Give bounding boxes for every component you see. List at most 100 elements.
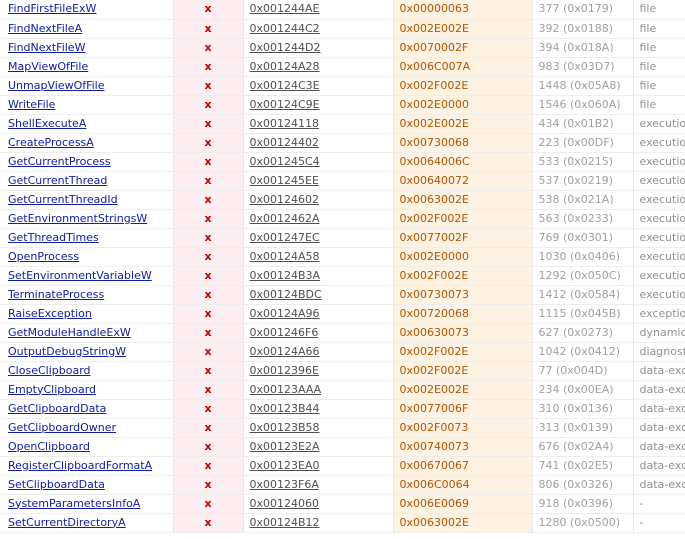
function-name-link[interactable]: TerminateProcess: [8, 288, 104, 301]
function-name-link[interactable]: GetCurrentThread: [8, 174, 107, 187]
table-row[interactable]: GetThreadTimes x 0x001247EC 0x0077002F 7…: [0, 228, 685, 248]
table-row[interactable]: FindFirstFileExW x 0x001244AE 0x00000063…: [0, 0, 685, 20]
table-row[interactable]: GetCurrentThreadId x 0x00124602 0x006300…: [0, 190, 685, 210]
function-name-link[interactable]: GetThreadTimes: [8, 231, 99, 244]
table-row[interactable]: WriteFile x 0x00124C9E 0x002E0000 1546 (…: [0, 95, 685, 115]
table-row[interactable]: GetCurrentThread x 0x001245EE 0x00640072…: [0, 171, 685, 191]
function-name-link[interactable]: UnmapViewOfFile: [8, 79, 105, 92]
address-link[interactable]: 0x0012462A: [250, 212, 320, 225]
imports-table: FindFirstFileExW x 0x001244AE 0x00000063…: [0, 0, 685, 533]
address-link[interactable]: 0x001244AE: [250, 2, 320, 15]
flag-cell: x: [173, 513, 244, 533]
table-row[interactable]: GetEnvironmentStringsW x 0x0012462A 0x00…: [0, 209, 685, 229]
address-link[interactable]: 0x00124402: [250, 136, 320, 149]
value-cell: 0x002F002E: [393, 266, 533, 286]
table-row[interactable]: FindNextFileW x 0x001244D2 0x0070002F 39…: [0, 38, 685, 58]
address-cell: 0x00124A28: [243, 57, 394, 77]
address-link[interactable]: 0x001246F6: [250, 326, 319, 339]
address-cell: 0x00124C3E: [243, 76, 394, 96]
function-name-link[interactable]: RaiseException: [8, 307, 92, 320]
table-row[interactable]: RegisterClipboardFormatA x 0x00123EA0 0x…: [0, 456, 685, 476]
table-row[interactable]: OutputDebugStringW x 0x00124A66 0x002F00…: [0, 342, 685, 362]
function-name-link[interactable]: GetClipboardData: [8, 402, 106, 415]
address-link[interactable]: 0x0012396E: [250, 364, 319, 377]
address-link[interactable]: 0x00123AAA: [250, 383, 322, 396]
address-link[interactable]: 0x00123B44: [250, 402, 320, 415]
address-link[interactable]: 0x00124A28: [250, 60, 320, 73]
function-name-cell: OpenProcess: [0, 247, 174, 267]
function-name-link[interactable]: GetEnvironmentStringsW: [8, 212, 147, 225]
address-link[interactable]: 0x001244D2: [250, 41, 321, 54]
table-row[interactable]: CreateProcessA x 0x00124402 0x00730068 2…: [0, 133, 685, 153]
function-name-link[interactable]: FindFirstFileExW: [8, 2, 96, 15]
function-name-link[interactable]: SystemParametersInfoA: [8, 497, 140, 510]
table-row[interactable]: UnmapViewOfFile x 0x00124C3E 0x002F002E …: [0, 76, 685, 96]
table-row[interactable]: SetClipboardData x 0x00123F6A 0x006C0064…: [0, 475, 685, 495]
function-name-link[interactable]: OpenProcess: [8, 250, 79, 263]
function-name-link[interactable]: GetClipboardOwner: [8, 421, 116, 434]
address-link[interactable]: 0x00124A66: [250, 345, 320, 358]
function-name-link[interactable]: FindNextFileW: [8, 41, 85, 54]
function-name-link[interactable]: FindNextFileA: [8, 22, 82, 35]
table-row[interactable]: SetCurrentDirectoryA x 0x00124B12 0x0063…: [0, 513, 685, 533]
table-row[interactable]: GetModuleHandleExW x 0x001246F6 0x006300…: [0, 323, 685, 343]
function-name-link[interactable]: CreateProcessA: [8, 136, 94, 149]
ordinal-cell: 533 (0x0215): [532, 152, 634, 172]
function-name-link[interactable]: MapViewOfFile: [8, 60, 88, 73]
table-row[interactable]: SetEnvironmentVariableW x 0x00124B3A 0x0…: [0, 266, 685, 286]
address-link[interactable]: 0x001245EE: [250, 174, 319, 187]
flag-cell: x: [173, 380, 244, 400]
address-link[interactable]: 0x00123B58: [250, 421, 320, 434]
table-row[interactable]: FindNextFileA x 0x001244C2 0x002E002E 39…: [0, 19, 685, 39]
group-cell: executio: [633, 152, 685, 172]
address-link[interactable]: 0x00124B12: [250, 516, 320, 529]
table-row[interactable]: OpenProcess x 0x00124A58 0x002E0000 1030…: [0, 247, 685, 267]
table-row[interactable]: MapViewOfFile x 0x00124A28 0x006C007A 98…: [0, 57, 685, 77]
address-cell: 0x00123B44: [243, 399, 394, 419]
address-link[interactable]: 0x00123F6A: [250, 478, 319, 491]
value-text: 0x0077002F: [399, 230, 469, 244]
address-link[interactable]: 0x00124118: [250, 117, 320, 130]
function-name-link[interactable]: EmptyClipboard: [8, 383, 96, 396]
address-link[interactable]: 0x001244C2: [250, 22, 320, 35]
function-name-link[interactable]: RegisterClipboardFormatA: [8, 459, 152, 472]
function-name-cell: FindFirstFileExW: [0, 0, 174, 20]
table-row[interactable]: EmptyClipboard x 0x00123AAA 0x002E002E 2…: [0, 380, 685, 400]
table-row[interactable]: ShellExecuteA x 0x00124118 0x002E002E 43…: [0, 114, 685, 134]
address-link[interactable]: 0x00124060: [250, 497, 320, 510]
function-name-link[interactable]: GetCurrentThreadId: [8, 193, 118, 206]
address-link[interactable]: 0x00124BDC: [250, 288, 322, 301]
table-row[interactable]: CloseClipboard x 0x0012396E 0x002F002E 7…: [0, 361, 685, 381]
ordinal-cell: 918 (0x0396): [532, 494, 634, 514]
function-name-link[interactable]: GetCurrentProcess: [8, 155, 111, 168]
table-row[interactable]: RaiseException x 0x00124A96 0x00720068 1…: [0, 304, 685, 324]
address-link[interactable]: 0x00124B3A: [250, 269, 321, 282]
function-name-link[interactable]: OutputDebugStringW: [8, 345, 126, 358]
function-name-link[interactable]: GetModuleHandleExW: [8, 326, 131, 339]
address-link[interactable]: 0x00123E2A: [250, 440, 320, 453]
address-cell: 0x00124A66: [243, 342, 394, 362]
function-name-link[interactable]: ShellExecuteA: [8, 117, 86, 130]
table-row[interactable]: TerminateProcess x 0x00124BDC 0x00730073…: [0, 285, 685, 305]
table-row[interactable]: GetClipboardOwner x 0x00123B58 0x002F007…: [0, 418, 685, 438]
table-row[interactable]: SystemParametersInfoA x 0x00124060 0x006…: [0, 494, 685, 514]
address-link[interactable]: 0x001247EC: [250, 231, 320, 244]
table-row[interactable]: OpenClipboard x 0x00123E2A 0x00740073 67…: [0, 437, 685, 457]
table-row[interactable]: GetCurrentProcess x 0x001245C4 0x0064006…: [0, 152, 685, 172]
address-link[interactable]: 0x00124A58: [250, 250, 320, 263]
table-row[interactable]: GetClipboardData x 0x00123B44 0x0077006F…: [0, 399, 685, 419]
function-name-link[interactable]: SetCurrentDirectoryA: [8, 516, 126, 529]
address-link[interactable]: 0x00123EA0: [250, 459, 320, 472]
function-name-link[interactable]: SetEnvironmentVariableW: [8, 269, 152, 282]
address-link[interactable]: 0x00124C9E: [250, 98, 320, 111]
function-name-link[interactable]: SetClipboardData: [8, 478, 105, 491]
address-link[interactable]: 0x00124A96: [250, 307, 320, 320]
function-name-link[interactable]: CloseClipboard: [8, 364, 91, 377]
ordinal-text: 741 (0x02E5): [538, 458, 614, 472]
function-name-link[interactable]: WriteFile: [8, 98, 55, 111]
function-name-link[interactable]: OpenClipboard: [8, 440, 90, 453]
address-link[interactable]: 0x00124602: [250, 193, 320, 206]
address-link[interactable]: 0x001245C4: [250, 155, 320, 168]
ordinal-cell: 310 (0x0136): [532, 399, 634, 419]
address-link[interactable]: 0x00124C3E: [250, 79, 320, 92]
